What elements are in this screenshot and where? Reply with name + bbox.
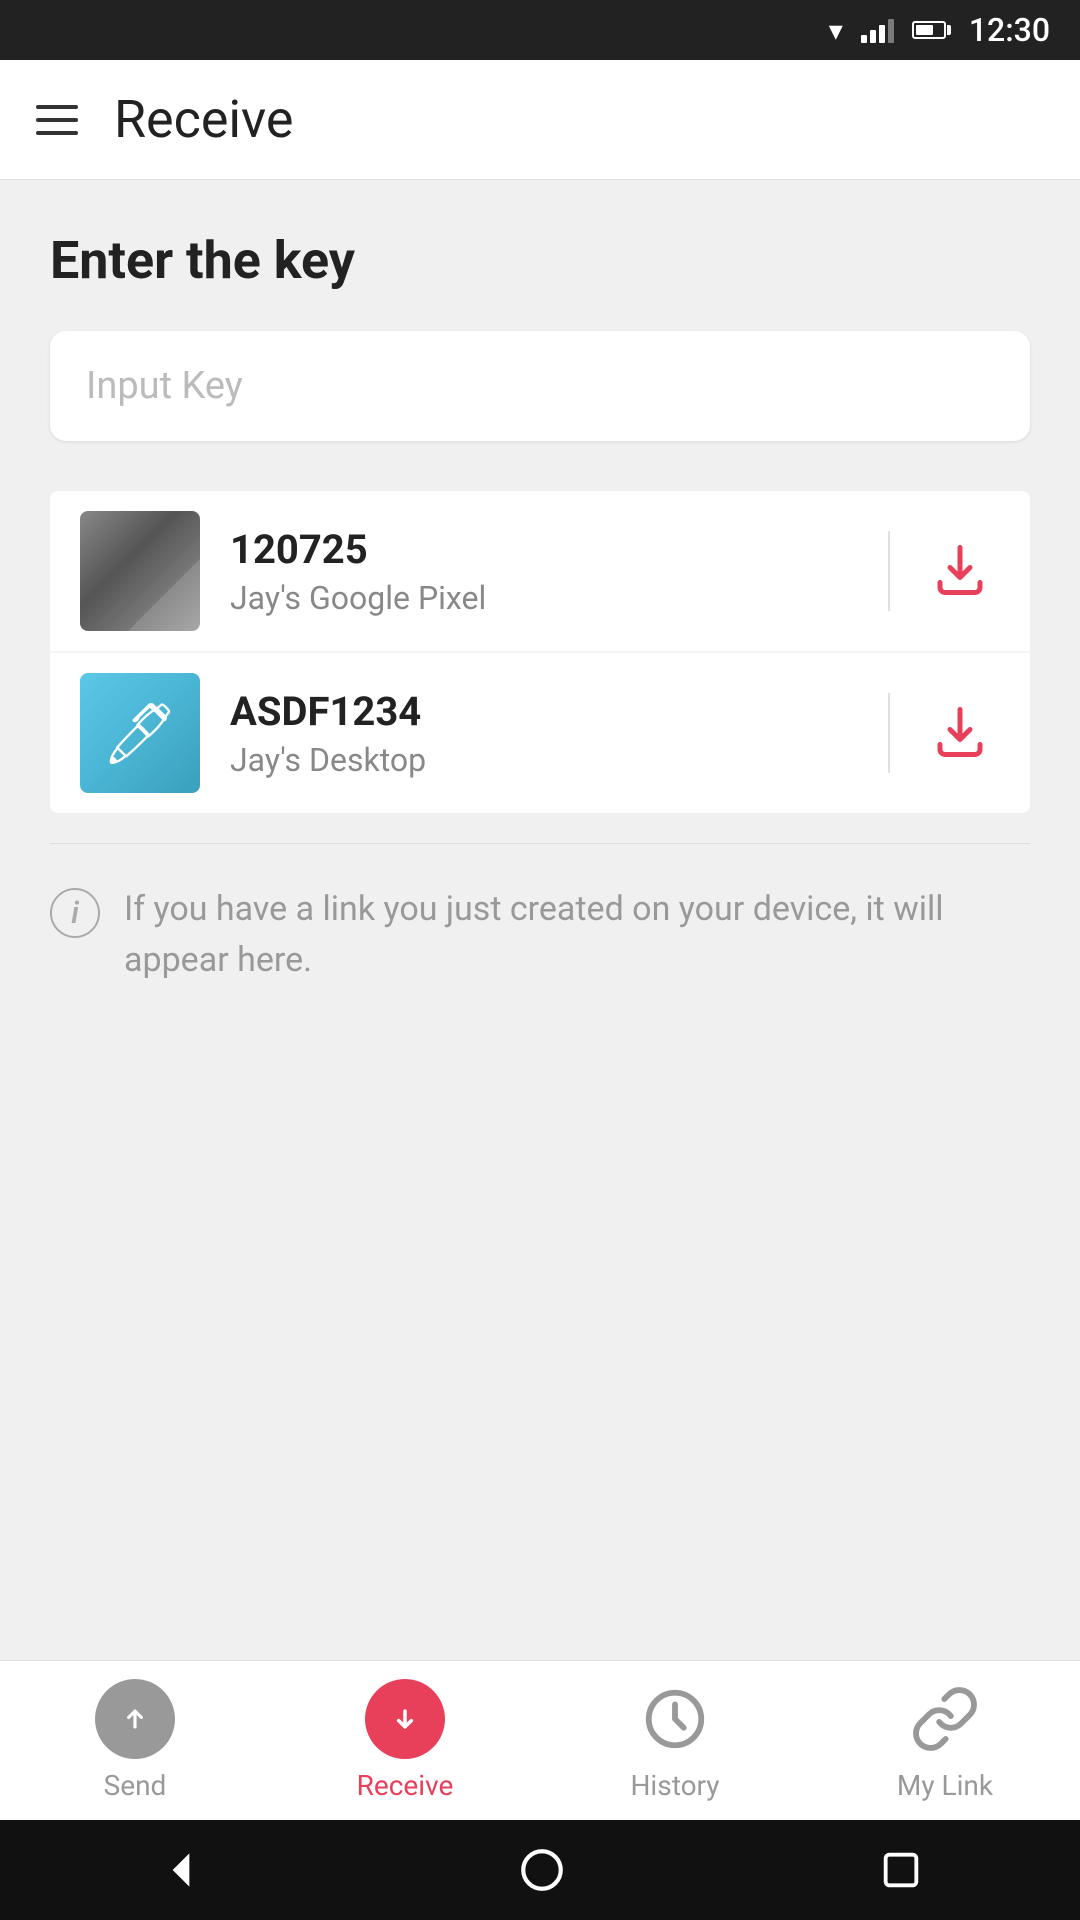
- home-icon: [517, 1845, 567, 1895]
- key-input[interactable]: [86, 364, 994, 408]
- recents-icon: [878, 1847, 924, 1893]
- nav-item-mylink[interactable]: My Link: [845, 1679, 1045, 1802]
- info-text: If you have a link you just created on y…: [124, 884, 1030, 986]
- divider: [888, 531, 890, 611]
- download-icon: [930, 540, 990, 600]
- download-icon: [930, 702, 990, 762]
- device-info: 120725 Jay's Google Pixel: [230, 526, 858, 617]
- device-thumbnail-pixel: [80, 511, 200, 631]
- link-icon: [910, 1684, 980, 1754]
- download-button[interactable]: [920, 530, 1000, 613]
- info-icon: i: [50, 888, 100, 938]
- battery-icon: [912, 21, 951, 39]
- system-nav: [0, 1820, 1080, 1920]
- back-button[interactable]: [156, 1845, 206, 1895]
- page-title: Receive: [114, 89, 294, 150]
- nav-label-mylink: My Link: [897, 1769, 993, 1802]
- device-item: 120725 Jay's Google Pixel: [50, 491, 1030, 651]
- download-button[interactable]: [920, 692, 1000, 775]
- key-input-container: [50, 331, 1030, 441]
- main-content: Enter the key 120725 Jay's Google Pixel: [0, 180, 1080, 1660]
- stylus-icon: 🖊: [102, 698, 178, 769]
- mylink-icon-wrap: [905, 1679, 985, 1759]
- back-icon: [156, 1845, 206, 1895]
- nav-item-receive[interactable]: Receive: [305, 1679, 505, 1802]
- divider: [888, 693, 890, 773]
- device-info: ASDF1234 Jay's Desktop: [230, 688, 858, 779]
- send-icon-circle: [95, 1679, 175, 1759]
- history-icon: [640, 1684, 710, 1754]
- wifi-icon: ▾: [829, 14, 843, 47]
- signal-icon: [861, 17, 894, 43]
- bottom-nav: Send Receive History My Link: [0, 1660, 1080, 1820]
- nav-label-history: History: [630, 1769, 719, 1802]
- device-name: Jay's Google Pixel: [230, 579, 858, 617]
- status-bar: ▾ 12:30: [0, 0, 1080, 60]
- info-note: i If you have a link you just created on…: [50, 843, 1030, 1016]
- home-button[interactable]: [517, 1845, 567, 1895]
- nav-label-send: Send: [104, 1769, 167, 1802]
- device-key: 120725: [230, 526, 858, 573]
- nav-label-receive: Receive: [357, 1769, 454, 1802]
- device-item: 🖊 ASDF1234 Jay's Desktop: [50, 653, 1030, 813]
- recents-button[interactable]: [878, 1847, 924, 1893]
- app-bar: Receive: [0, 60, 1080, 180]
- menu-button[interactable]: [36, 105, 78, 135]
- send-icon: [116, 1700, 154, 1738]
- device-name: Jay's Desktop: [230, 741, 858, 779]
- nav-item-send[interactable]: Send: [35, 1679, 235, 1802]
- section-heading: Enter the key: [50, 230, 1030, 291]
- nav-item-history[interactable]: History: [575, 1679, 775, 1802]
- receive-icon: [386, 1700, 424, 1738]
- receive-icon-circle: [365, 1679, 445, 1759]
- status-time: 12:30: [969, 11, 1050, 49]
- history-icon-wrap: [635, 1679, 715, 1759]
- device-thumbnail-desktop: 🖊: [80, 673, 200, 793]
- device-list: 120725 Jay's Google Pixel 🖊 ASDF1234 Jay…: [50, 491, 1030, 813]
- device-key: ASDF1234: [230, 688, 858, 735]
